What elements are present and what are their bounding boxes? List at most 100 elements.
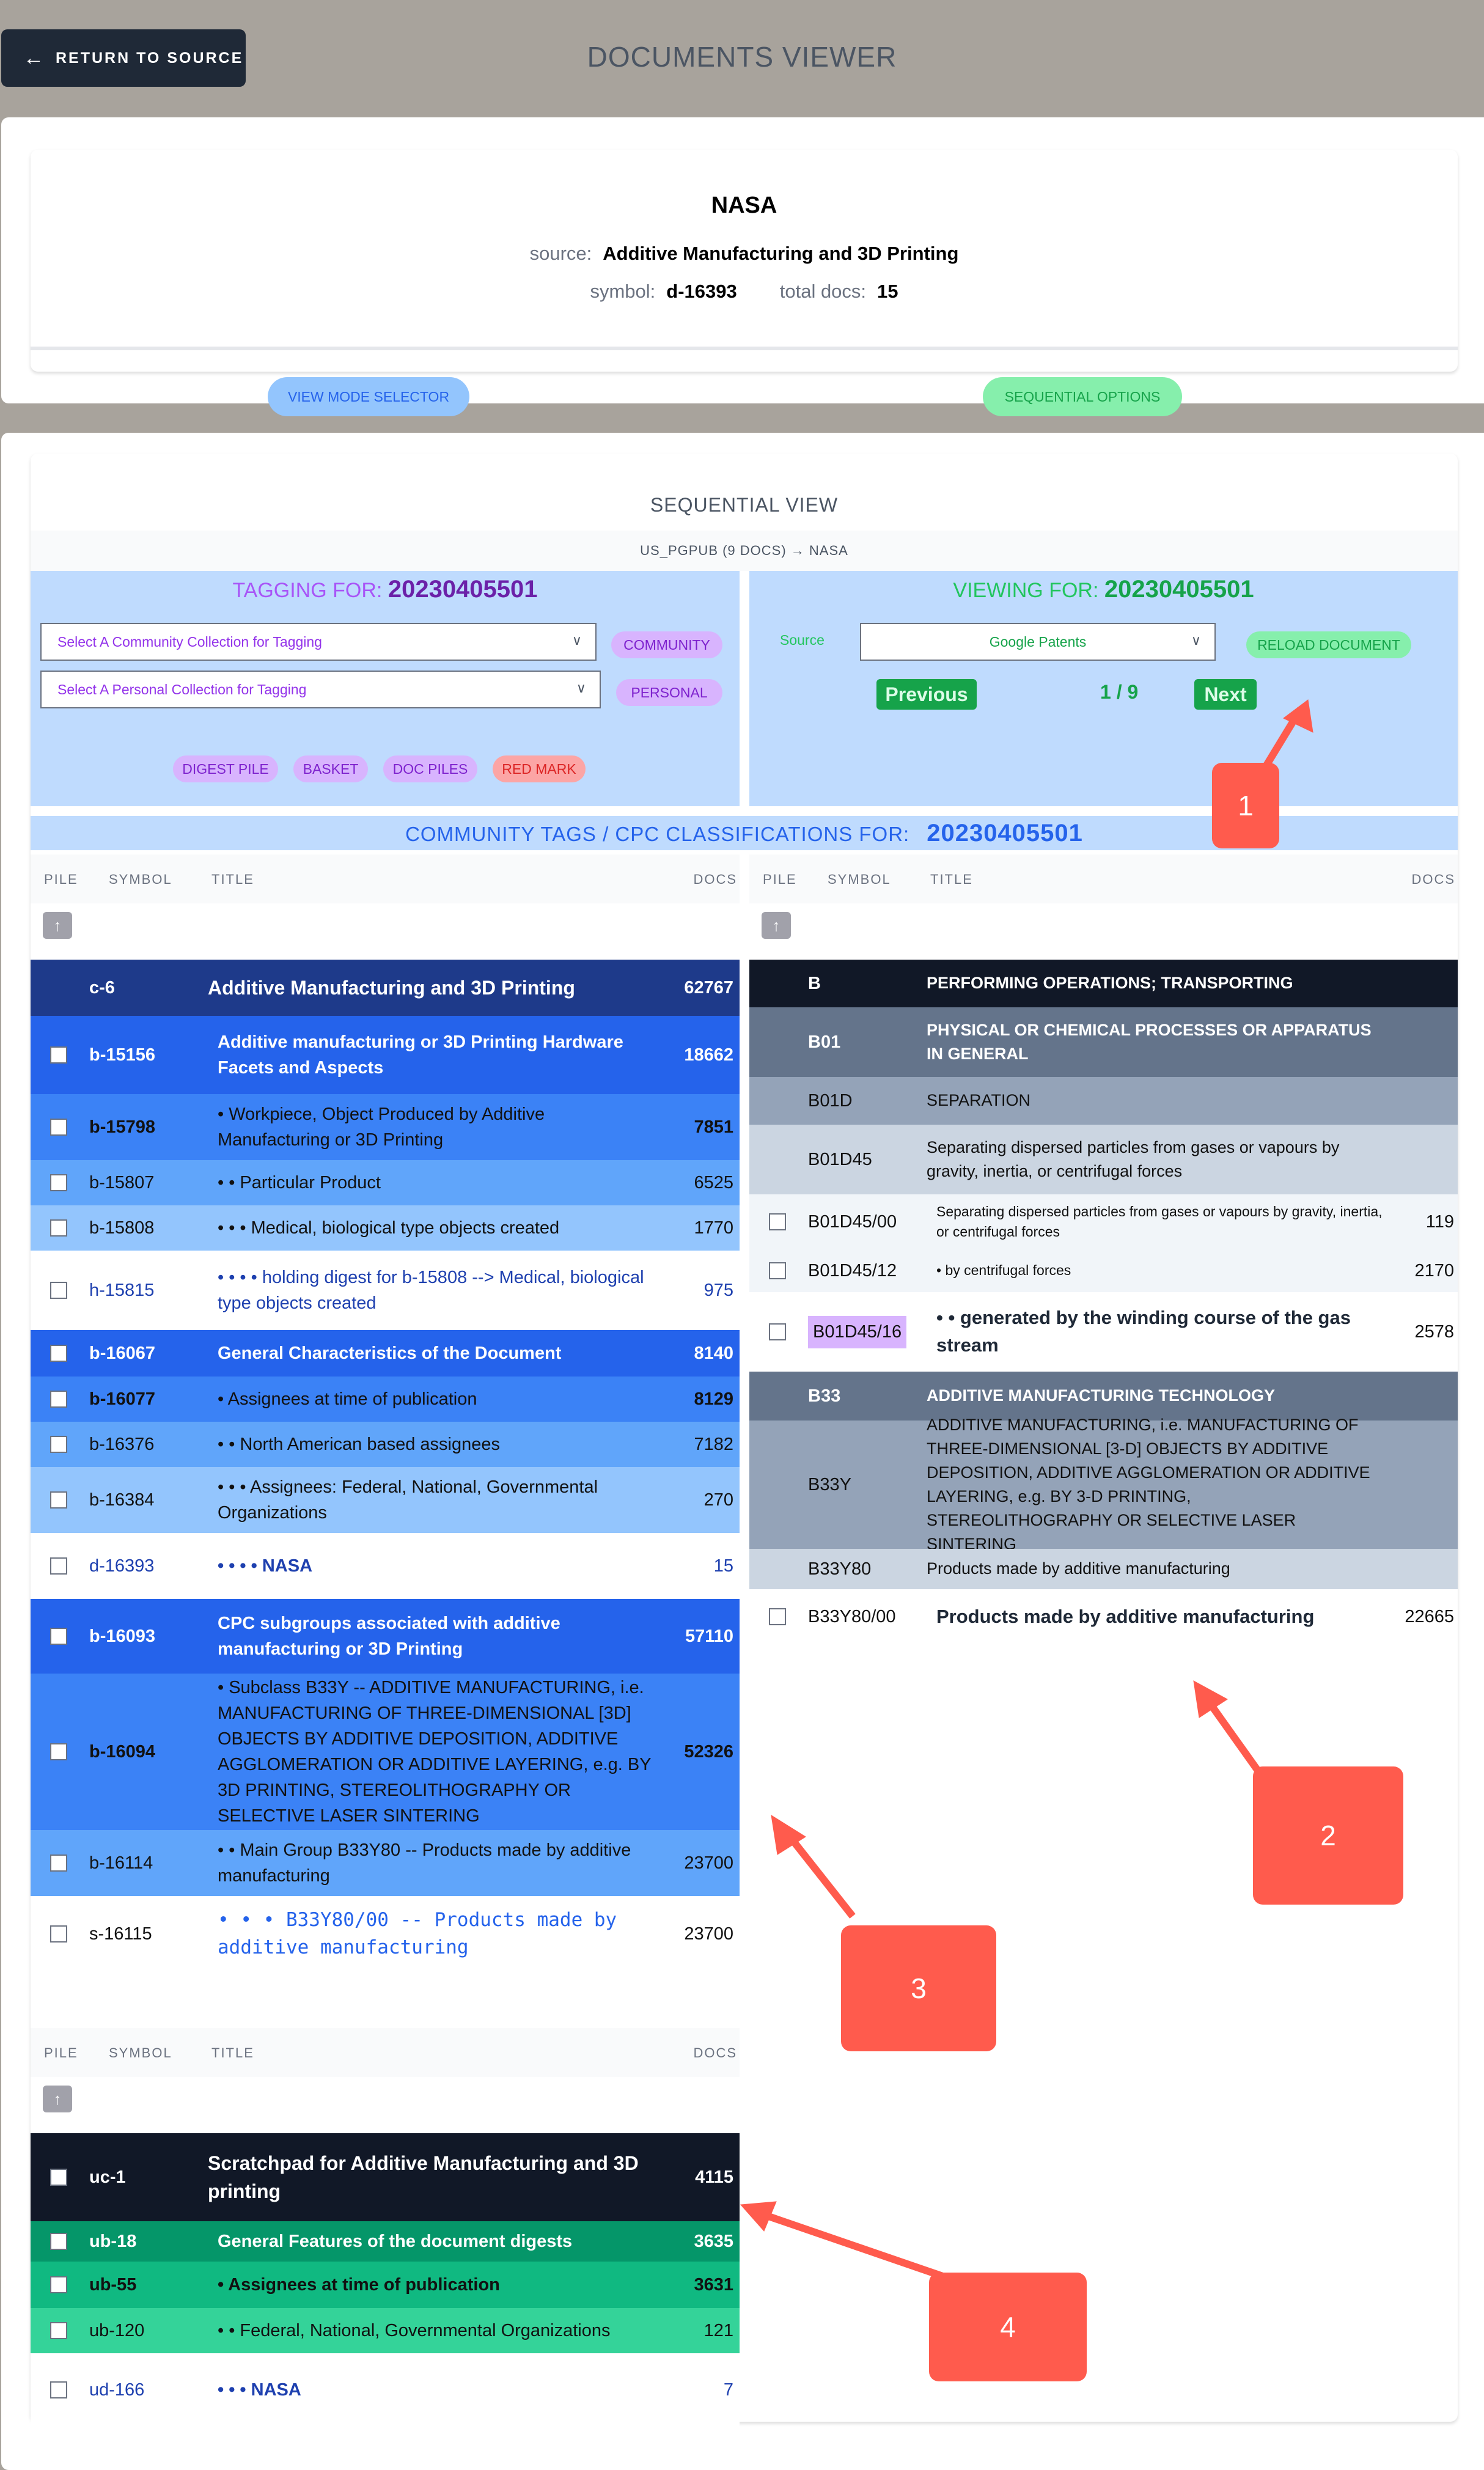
table-row[interactable]: b-16077 • Assignees at time of publicatio… xyxy=(31,1377,740,1422)
table-row[interactable]: B33Y ADDITIVE MANUFACTURING, i.e. MANUFAC… xyxy=(749,1416,1458,1553)
row-symbol: c-6 xyxy=(89,977,115,998)
col-symbol: SYMBOL xyxy=(828,872,891,887)
table-row[interactable]: b-16093 CPC subgroups associated with add… xyxy=(31,1599,740,1674)
chevron-down-icon: ∨ xyxy=(1191,633,1201,648)
pile-checkbox[interactable] xyxy=(50,1743,67,1760)
table-row[interactable]: c-6 Additive Manufacturing and 3D Printin… xyxy=(31,960,740,1016)
table-row[interactable]: b-15808 • • • Medical, biological type ob… xyxy=(31,1205,740,1251)
table-row[interactable]: B01 PHYSICAL OR CHEMICAL PROCESSES OR APP… xyxy=(749,1007,1458,1077)
pile-checkbox[interactable] xyxy=(50,2381,67,2398)
pile-checkbox[interactable] xyxy=(50,1282,67,1299)
col-symbol: SYMBOL xyxy=(109,872,172,887)
table-row[interactable]: B33Y80/00 Products made by additive manuf… xyxy=(749,1589,1458,1644)
table-row[interactable]: ub-18 General Features of the document di… xyxy=(31,2221,740,2262)
pile-checkbox[interactable] xyxy=(50,2169,67,2186)
community-collection-select[interactable]: Select A Community Collection for Taggin… xyxy=(40,623,597,661)
row-title: ADDITIVE MANUFACTURING, i.e. MANUFACTURI… xyxy=(927,1415,1370,1554)
pile-checkbox[interactable] xyxy=(50,1174,67,1191)
row-title[interactable]: • • • • NASA xyxy=(218,1553,652,1579)
pile-checkbox[interactable] xyxy=(50,1557,67,1575)
table-row[interactable]: s-16115 • • • B33Y80/00 -- Products made … xyxy=(31,1896,740,1972)
table-row[interactable]: h-15815 • • • • holding digest for b-1580… xyxy=(31,1251,740,1330)
col-pile: PILE xyxy=(44,872,78,887)
row-title[interactable]: • • • • holding digest for b-15808 --> M… xyxy=(218,1265,652,1316)
table-row[interactable]: B01D45/00 Separating dispersed particles … xyxy=(749,1194,1458,1249)
row-title: • • North American based assignees xyxy=(218,1434,500,1454)
community-button[interactable]: COMMUNITY xyxy=(611,631,722,658)
pile-checkbox[interactable] xyxy=(50,2276,67,2293)
sequential-options-button[interactable]: SEQUENTIAL OPTIONS xyxy=(983,377,1182,416)
pile-checkbox[interactable] xyxy=(769,1608,786,1625)
table-row[interactable]: b-15156 Additive manufacturing or 3D Prin… xyxy=(31,1016,740,1094)
pile-checkbox[interactable] xyxy=(50,1219,67,1237)
row-symbol: B01D45/00 xyxy=(808,1211,897,1232)
pile-checkbox[interactable] xyxy=(50,2233,67,2250)
table-row[interactable]: ud-166 • • • NASA 7 xyxy=(31,2353,740,2427)
arrow-up-icon[interactable]: ↑ xyxy=(43,2086,72,2112)
col-docs: DOCS xyxy=(1411,872,1455,887)
table-row[interactable]: B PERFORMING OPERATIONS; TRANSPORTING xyxy=(749,960,1458,1007)
pile-checkbox[interactable] xyxy=(50,1628,67,1645)
table-row[interactable]: b-15798 • Workpiece, Object Produced by A… xyxy=(31,1094,740,1160)
digest-pile-button[interactable]: DIGEST PILE xyxy=(173,755,278,782)
row-docs-count: 8140 xyxy=(694,1343,733,1363)
pile-checkbox[interactable] xyxy=(50,1119,67,1136)
page-indicator: 1 / 9 xyxy=(1100,681,1139,703)
arrow-up-icon[interactable]: ↑ xyxy=(43,912,72,939)
table-row[interactable]: b-16067 General Characteristics of the Do… xyxy=(31,1330,740,1377)
table-row[interactable]: b-16384 • • • Assignees: Federal, Nationa… xyxy=(31,1467,740,1533)
pile-checkbox[interactable] xyxy=(769,1262,786,1279)
table-row[interactable]: ub-55 • Assignees at time of publication 3… xyxy=(31,2262,740,2308)
table-row[interactable]: b-16114 • • Main Group B33Y80 -- Products… xyxy=(31,1830,740,1896)
view-mode-selector-button[interactable]: VIEW MODE SELECTOR xyxy=(268,377,469,416)
row-docs-count: 119 xyxy=(1425,1211,1454,1232)
table-row[interactable]: B01D45 Separating dispersed particles fro… xyxy=(749,1125,1458,1194)
annotation-3: 3 xyxy=(841,1925,996,2051)
basket-button[interactable]: BASKET xyxy=(293,755,368,782)
table-row[interactable]: b-16094 • Subclass B33Y -- ADDITIVE MANUF… xyxy=(31,1674,740,1830)
table-row[interactable]: B01D45/16 • • generated by the winding co… xyxy=(749,1292,1458,1372)
pile-checkbox[interactable] xyxy=(50,1046,67,1064)
table-row[interactable]: B01D SEPARATION xyxy=(749,1077,1458,1125)
table-row[interactable]: B01D45/12 • by centrifugal forces 2170 xyxy=(749,1249,1458,1292)
row-symbol: B01D45 xyxy=(808,1149,872,1169)
personal-collection-select[interactable]: Select A Personal Collection for Tagging… xyxy=(40,671,601,708)
up-row: ↑ xyxy=(31,2077,740,2133)
pile-checkbox[interactable] xyxy=(769,1323,786,1340)
community-select-placeholder: Select A Community Collection for Taggin… xyxy=(57,633,322,650)
row-title[interactable]: • • • NASA xyxy=(218,2377,652,2403)
reload-document-button[interactable]: RELOAD DOCUMENT xyxy=(1246,631,1411,658)
row-docs-count: 4115 xyxy=(695,2167,733,2187)
row-docs-count: 975 xyxy=(703,1280,733,1300)
pile-checkbox[interactable] xyxy=(50,1436,67,1453)
table-row[interactable]: d-16393 • • • • NASA 15 xyxy=(31,1533,740,1599)
source-selected-value: Google Patents xyxy=(989,633,1087,650)
row-docs-count: 23700 xyxy=(684,1924,733,1944)
row-symbol: h-15815 xyxy=(89,1280,155,1300)
red-mark-button[interactable]: RED MARK xyxy=(493,755,586,782)
table-row[interactable]: b-15807 • • Particular Product 6525 xyxy=(31,1160,740,1205)
row-symbol: b-16077 xyxy=(89,1389,156,1409)
row-docs-count: 2170 xyxy=(1414,1260,1454,1281)
personal-button[interactable]: PERSONAL xyxy=(616,679,722,706)
arrow-up-icon[interactable]: ↑ xyxy=(762,912,791,939)
doc-piles-button[interactable]: DOC PILES xyxy=(383,755,477,782)
row-symbol: b-16114 xyxy=(89,1853,153,1873)
table-row[interactable]: b-16376 • • North American based assignee… xyxy=(31,1422,740,1467)
pile-checkbox[interactable] xyxy=(50,1925,67,1943)
pile-checkbox[interactable] xyxy=(50,1391,67,1408)
pile-checkbox[interactable] xyxy=(50,1345,67,1362)
table-row[interactable]: ub-120 • • Federal, National, Governmenta… xyxy=(31,2308,740,2353)
source-select[interactable]: Google Patents ∨ xyxy=(860,623,1216,661)
next-button[interactable]: Next xyxy=(1194,679,1257,710)
tagging-heading: TAGGING FOR: 20230405501 xyxy=(31,576,740,603)
table-row[interactable]: uc-1 Scratchpad for Additive Manufacturin… xyxy=(31,2133,740,2221)
row-title[interactable]: • • • B33Y80/00 -- Products made by addi… xyxy=(218,1906,652,1961)
previous-button[interactable]: Previous xyxy=(876,679,977,710)
pile-checkbox[interactable] xyxy=(50,1854,67,1872)
pile-checkbox[interactable] xyxy=(769,1213,786,1230)
table-row[interactable]: B33Y80 Products made by additive manufact… xyxy=(749,1549,1458,1589)
pile-checkbox[interactable] xyxy=(50,1491,67,1509)
row-symbol: b-15798 xyxy=(89,1117,156,1137)
pile-checkbox[interactable] xyxy=(50,2322,67,2339)
